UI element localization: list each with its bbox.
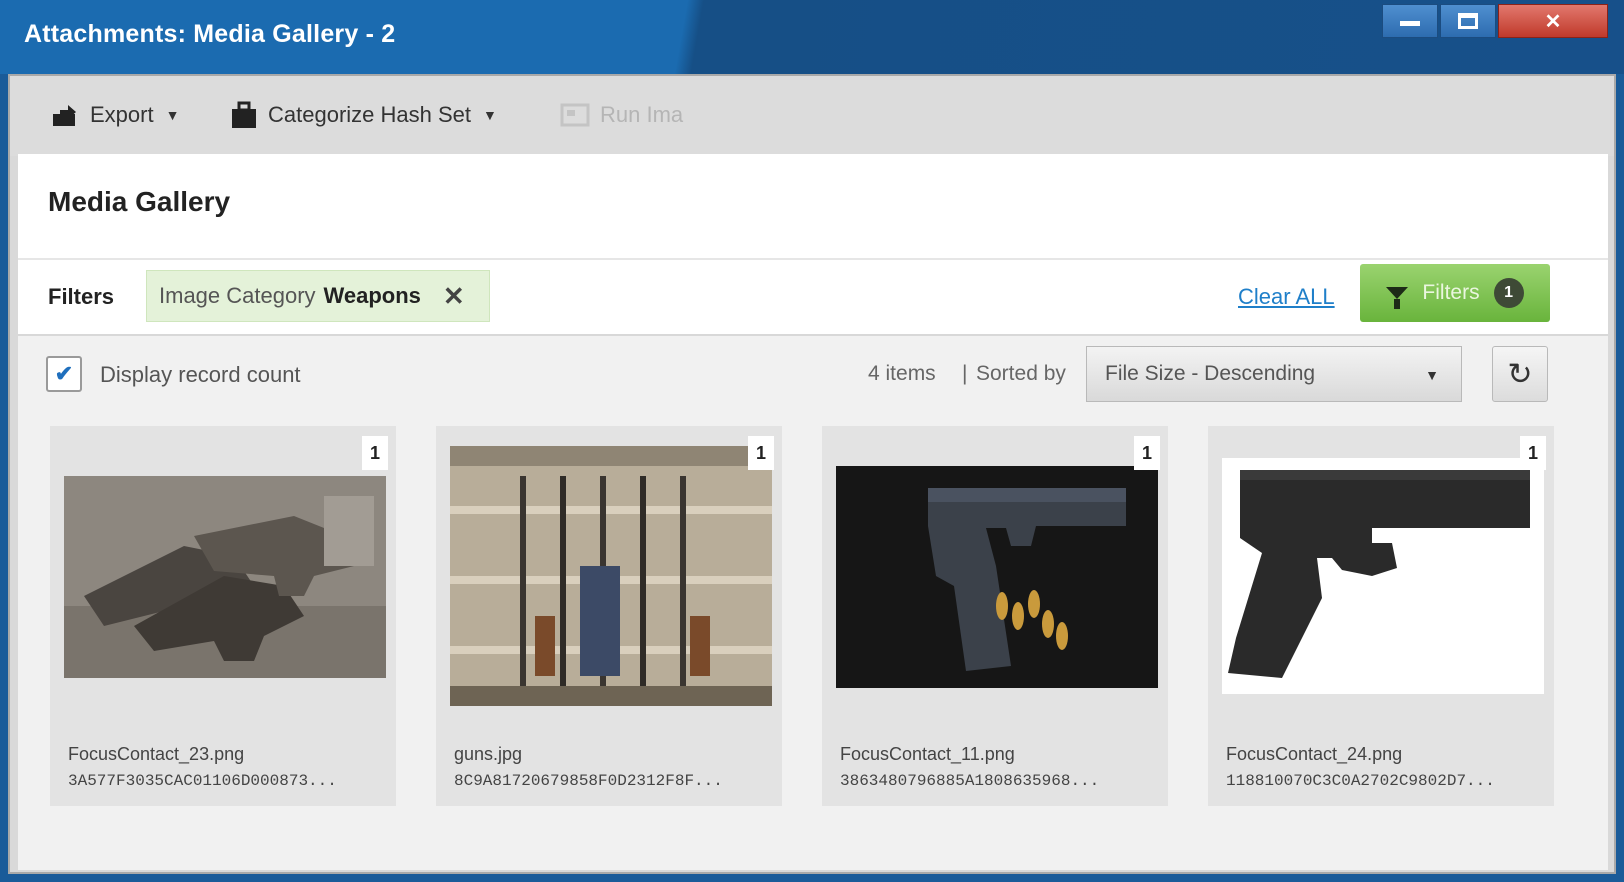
- handgun-bullets-photo: [836, 466, 1158, 688]
- sort-dropdown[interactable]: File Size - Descending ▼: [1086, 346, 1462, 402]
- chevron-down-icon: ▼: [483, 107, 497, 123]
- display-record-count-checkbox[interactable]: ✔: [46, 356, 82, 392]
- image-scan-icon: [560, 103, 590, 127]
- export-label: Export: [90, 102, 154, 127]
- window-frame: Export ▼ Categorize Hash Set ▼ Run Ima M…: [8, 74, 1616, 874]
- chevron-down-icon: ▼: [1425, 367, 1439, 383]
- page-title: Media Gallery: [48, 186, 231, 217]
- gallery-card[interactable]: 1 guns.jpg 8C9A81720679858F0D2312F8F...: [436, 426, 782, 806]
- item-count: 4 items: [868, 362, 936, 385]
- filters-count-badge: 1: [1493, 278, 1524, 308]
- export-button[interactable]: Export ▼: [50, 98, 179, 132]
- black-pistol-photo: [1222, 458, 1544, 694]
- file-hash: 3A577F3035CAC01106D000873...: [68, 772, 337, 790]
- sort-value: File Size - Descending: [1105, 362, 1316, 385]
- gallery-card[interactable]: 1 FocusContact_11.png 3863480796885A1808…: [822, 426, 1168, 806]
- filter-chip-key: Image Category: [159, 283, 316, 308]
- rifle-rack-photo: [450, 446, 772, 706]
- filters-button-label: Filters: [1422, 281, 1480, 304]
- thumbnail-image[interactable]: [836, 466, 1158, 688]
- file-hash: 3863480796885A1808635968...: [840, 772, 1100, 790]
- close-icon: ✕: [1544, 10, 1562, 33]
- chevron-down-icon: ▼: [165, 107, 180, 123]
- record-count-badge: 1: [748, 436, 774, 470]
- remove-filter-icon[interactable]: ✕: [443, 281, 465, 312]
- clear-all-link[interactable]: Clear ALL: [1238, 284, 1335, 310]
- gallery-area: ✔ Display record count 4 items | Sorted …: [18, 334, 1608, 870]
- checkmark-icon: ✔: [54, 361, 74, 386]
- toolbar: Export ▼ Categorize Hash Set ▼ Run Ima: [10, 76, 1614, 156]
- maximize-button[interactable]: [1440, 4, 1496, 38]
- close-button[interactable]: ✕: [1498, 4, 1608, 38]
- main-content: Media Gallery Filters Image Category Wea…: [18, 154, 1608, 870]
- file-hash: 118810070C3C0A2702C9802D7...: [1226, 772, 1495, 790]
- file-name: FocusContact_11.png: [840, 744, 1015, 764]
- run-image-button[interactable]: Run Ima: [560, 98, 683, 132]
- refresh-icon: ↻: [1507, 357, 1533, 391]
- minimize-button[interactable]: [1382, 4, 1438, 38]
- file-name: FocusContact_24.png: [1226, 744, 1403, 764]
- gallery-card[interactable]: 1 FocusContact_24.png 118810070C3C0A2702…: [1208, 426, 1554, 806]
- run-label: Run Ima: [600, 102, 684, 127]
- briefcase-icon: [232, 101, 256, 128]
- thumbnail-image[interactable]: [64, 476, 386, 678]
- file-name: guns.jpg: [454, 744, 523, 764]
- refresh-button[interactable]: ↻: [1492, 346, 1548, 402]
- file-name: FocusContact_23.png: [68, 744, 245, 764]
- sorted-by-label: Sorted by: [976, 362, 1066, 385]
- filters-bar: Filters Image Category Weapons ✕ Clear A…: [18, 260, 1608, 334]
- categorize-hash-set-button[interactable]: Categorize Hash Set ▼: [230, 98, 497, 132]
- maximize-icon: [1458, 13, 1478, 29]
- file-hash: 8C9A81720679858F0D2312F8F...: [454, 772, 723, 790]
- export-icon: [53, 105, 76, 126]
- gallery-card[interactable]: 1 FocusContact_23.png 3A577F3035CAC01106…: [50, 426, 396, 806]
- filters-button[interactable]: Filters 1: [1360, 264, 1550, 322]
- record-count-badge: 1: [362, 436, 388, 470]
- categorize-label: Categorize Hash Set: [268, 102, 471, 127]
- filter-chip-value: Weapons: [323, 283, 421, 308]
- separator: |: [962, 362, 968, 385]
- record-count-badge: 1: [1134, 436, 1160, 470]
- thumbnail-image[interactable]: [1222, 458, 1544, 694]
- thumbnail-image[interactable]: [450, 446, 772, 706]
- record-count-badge: 1: [1520, 436, 1546, 470]
- display-record-count-label: Display record count: [100, 362, 301, 387]
- app-window: Attachments: Media Gallery - 2 ✕ Export …: [0, 0, 1624, 882]
- title-bar[interactable]: Attachments: Media Gallery - 2 ✕: [0, 0, 1624, 74]
- window-title: Attachments: Media Gallery - 2: [24, 20, 396, 48]
- funnel-icon: [1386, 287, 1409, 309]
- pistols-photo: [64, 476, 386, 678]
- minimize-icon: [1400, 20, 1420, 26]
- filters-label: Filters: [48, 284, 115, 309]
- filter-chip[interactable]: Image Category Weapons ✕: [146, 270, 490, 322]
